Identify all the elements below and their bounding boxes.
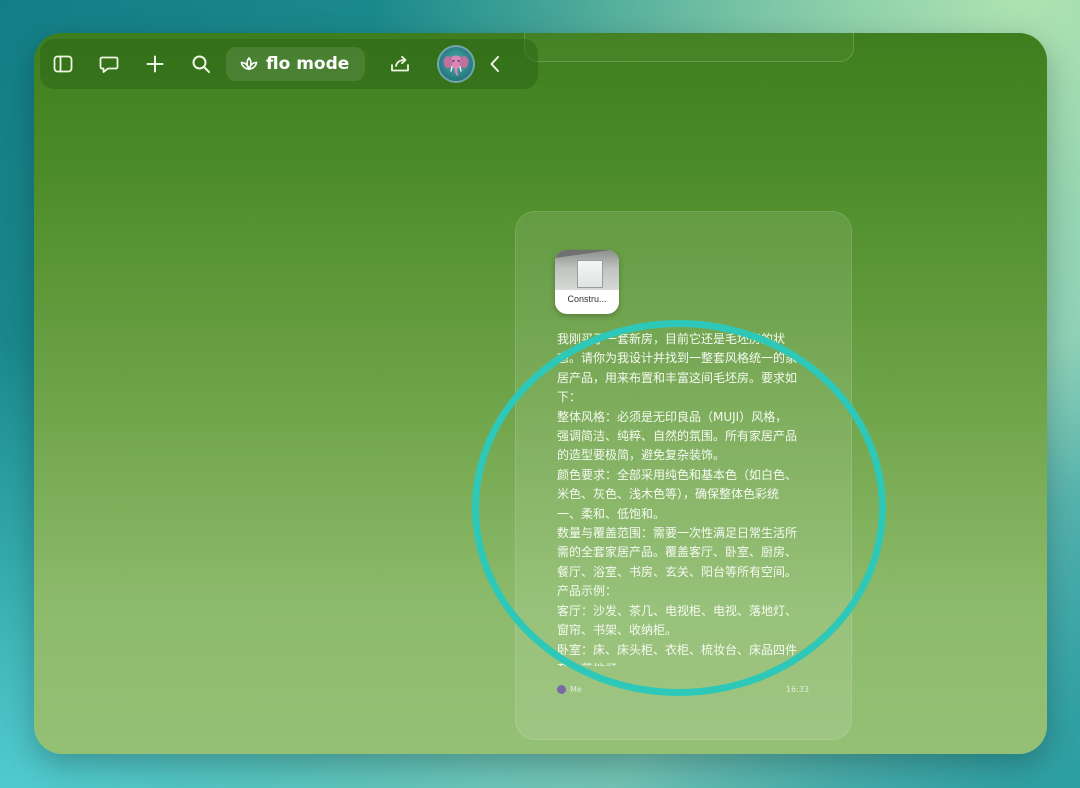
flo-mode-label: flo mode xyxy=(266,54,350,74)
collapse-toolbar-button[interactable] xyxy=(475,39,515,89)
chat-bubble-icon xyxy=(99,56,119,73)
message-sender: Me xyxy=(557,685,582,694)
flo-mode-button[interactable]: flo mode xyxy=(226,47,366,81)
search-icon xyxy=(192,55,210,73)
lotus-icon xyxy=(240,56,258,71)
toolbar: flo mode xyxy=(40,39,538,89)
plus-icon xyxy=(146,55,164,73)
message-text: 我刚买了一套新房，目前它还是毛坯房的状态。请你为我设计并找到一整套风格统一的家居… xyxy=(557,332,797,666)
sender-avatar-icon xyxy=(557,685,566,694)
attachment-thumbnail xyxy=(555,250,619,290)
chevron-left-icon xyxy=(490,56,500,72)
top-panel-edge xyxy=(524,33,854,62)
share-icon xyxy=(391,55,410,72)
search-button[interactable] xyxy=(178,39,224,89)
message-bubble[interactable]: Constru... 我刚买了一套新房，目前它还是毛坯房的状态。请你为我设计并找… xyxy=(515,211,852,740)
message-timestamp: 16:33 xyxy=(785,685,809,694)
sidebar-toggle-button[interactable] xyxy=(40,39,86,89)
elephant-icon xyxy=(443,55,469,76)
avatar[interactable] xyxy=(437,45,476,83)
app-window: flo mode Constru... 我刚买了一套新房，目前它还是毛坯房的状态… xyxy=(34,33,1047,754)
sidebar-toggle-icon xyxy=(53,55,73,73)
image-attachment[interactable]: Constru... xyxy=(555,250,619,314)
new-chat-button[interactable] xyxy=(132,39,178,89)
message-meta: Me 16:33 xyxy=(557,685,809,699)
attachment-filename: Constru... xyxy=(567,294,607,304)
sender-name: Me xyxy=(570,685,582,694)
share-button[interactable] xyxy=(377,39,423,89)
chats-button[interactable] xyxy=(86,39,132,89)
